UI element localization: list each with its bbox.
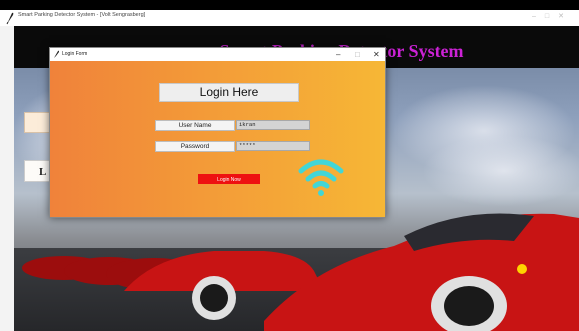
main-titlebar[interactable]: Smart Parking Detector System - [Volt Se… [0,10,579,26]
username-label: User Name [155,120,235,131]
main-window-controls[interactable]: –□✕ [532,12,573,20]
login-now-button[interactable]: Login Now [198,174,260,184]
login-form-body: Login Here User Name ikran Password ****… [50,61,385,217]
username-input[interactable]: ikran [236,120,310,130]
login-window-title: Login Form [62,51,88,57]
login-heading: Login Here [159,83,299,102]
top-edge-strip [0,0,579,10]
maximize-button[interactable]: □ [355,49,360,60]
password-input[interactable]: ***** [236,141,310,151]
main-window-title: Smart Parking Detector System - [Volt Se… [18,12,146,18]
close-button[interactable]: ✕ [373,49,380,60]
login-window: Login Form – □ ✕ Login Here User Name ik… [49,47,386,218]
password-label: Password [155,141,235,152]
login-titlebar[interactable]: Login Form – □ ✕ [50,48,385,61]
minimize-button[interactable]: – [336,49,340,60]
wifi-icon [298,159,344,196]
login-feather-icon [54,50,59,58]
app-feather-icon [6,12,14,25]
